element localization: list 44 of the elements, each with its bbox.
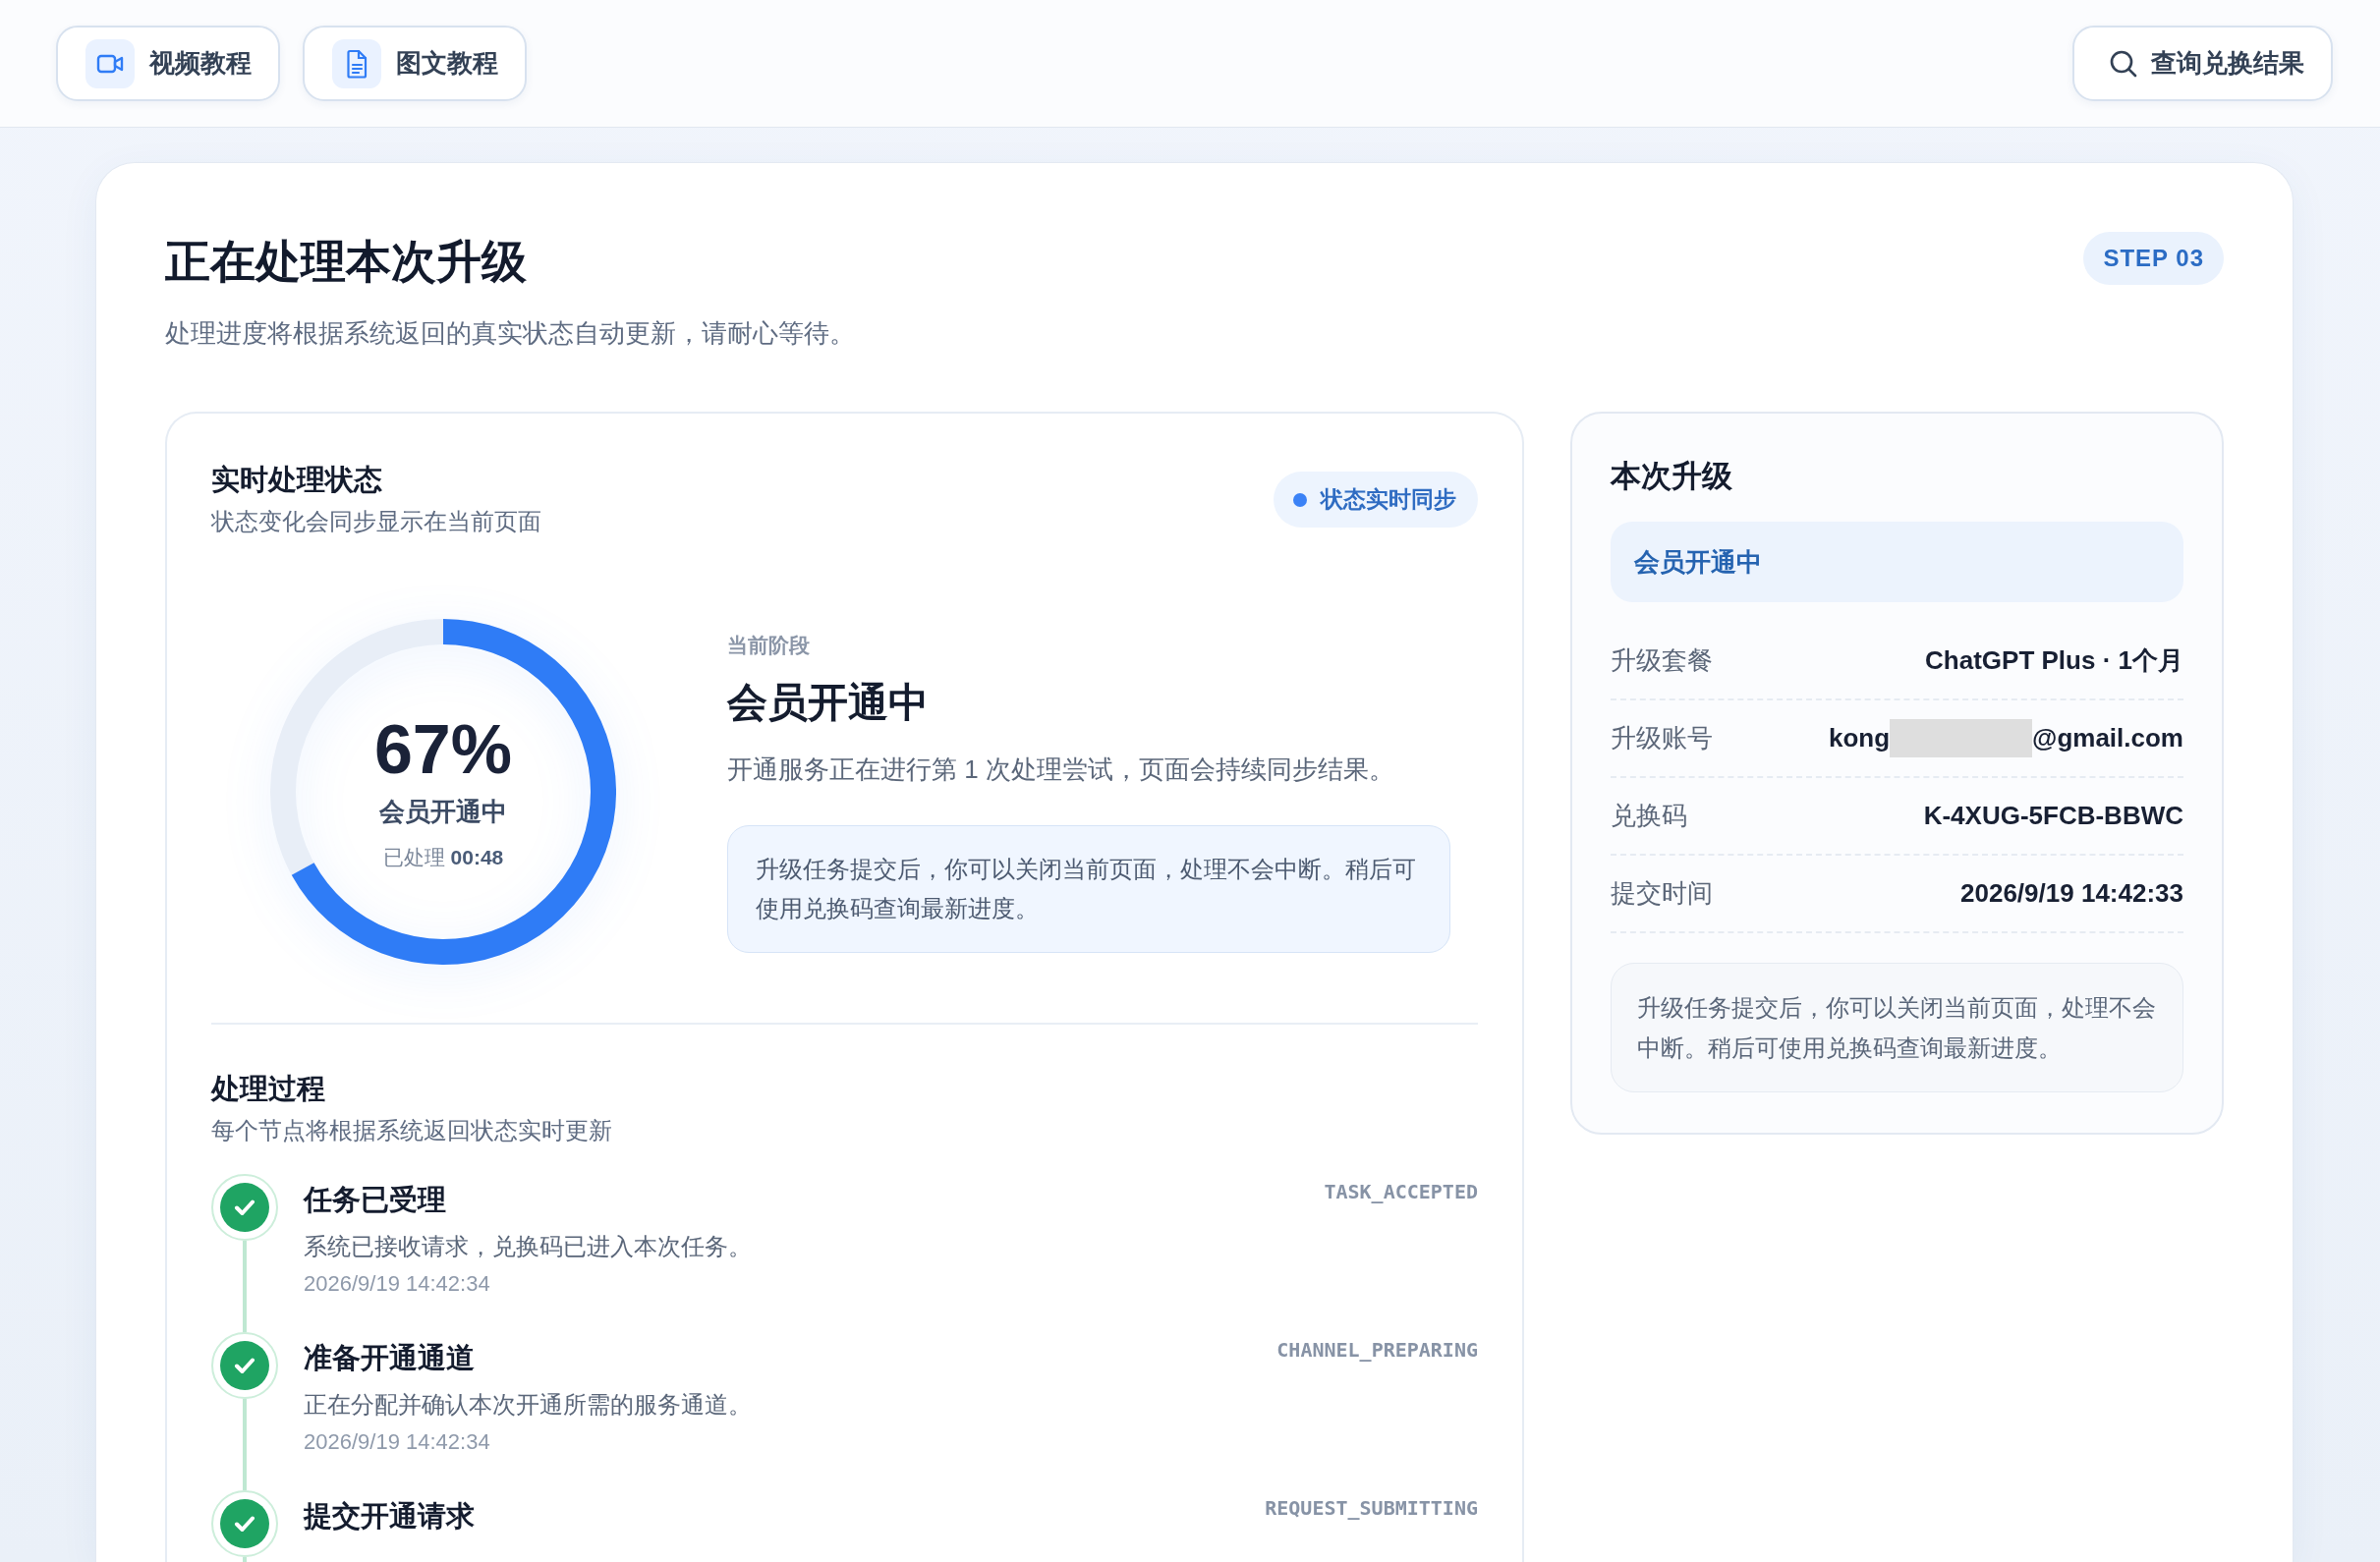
detail-value: K-4XUG-5FCB-BBWC <box>1923 801 2183 831</box>
step-description: 正在分配并确认本次开通所需的服务通道。 <box>304 1390 753 1420</box>
step-timestamp: 2026/9/19 14:42:34 <box>304 1428 491 1456</box>
stage-caption: 当前阶段 <box>727 633 811 658</box>
step-code: REQUEST_SUBMITTING <box>1265 1495 1478 1522</box>
panel-title: 本次升级 <box>1611 458 1733 495</box>
panel-subtitle: 状态变化会同步显示在当前页面 <box>211 507 541 536</box>
page-title: 正在处理本次升级 <box>165 235 528 289</box>
detail-label: 提交时间 <box>1611 877 1713 910</box>
step-description: 系统已接收请求，兑换码已进入本次任务。 <box>304 1232 753 1261</box>
status-dot-icon <box>1293 492 1307 507</box>
step-title: 任务已受理 <box>304 1183 447 1217</box>
stage-title: 会员开通中 <box>727 679 930 727</box>
page-subtitle: 处理进度将根据系统返回的真实状态自动更新，请耐心等待。 <box>165 317 855 350</box>
notice-box: 升级任务提交后，你可以关闭当前页面，处理不会中断。稍后可使用兑换码查询最新进度。 <box>1611 963 2183 1092</box>
tutorial-button[interactable]: 视频教程 <box>56 26 280 101</box>
step-title: 准备开通通道 <box>304 1341 476 1375</box>
progress-label: 会员开通中 <box>379 796 507 828</box>
video-camera-icon <box>85 38 135 88</box>
stage-description: 开通服务正在进行第 1 次处理尝试，页面会持续同步结果。 <box>727 753 1395 786</box>
search-button[interactable]: 查询兑换结果 <box>2072 26 2333 101</box>
detail-value: 2026/9/19 14:42:33 <box>1960 878 2183 909</box>
panel-title: 实时处理状态 <box>211 463 383 497</box>
detail-label: 升级套餐 <box>1611 644 1713 677</box>
step-code: CHANNEL_PREPARING <box>1276 1337 1478 1364</box>
detail-label: 升级账号 <box>1611 722 1713 754</box>
step-badge: STEP 03 <box>2083 232 2224 285</box>
elapsed-time: 已处理 00:48 <box>382 845 504 870</box>
section-title: 处理过程 <box>211 1072 326 1106</box>
step-code: TASK_ACCEPTED <box>1324 1179 1478 1205</box>
sync-status-label: 状态实时同步 <box>1321 485 1456 514</box>
detail-label: 兑换码 <box>1611 800 1687 832</box>
step-title: 提交开通请求 <box>304 1499 476 1534</box>
section-subtitle: 每个节点将根据系统返回状态实时更新 <box>211 1116 613 1145</box>
notice-box: 升级任务提交后，你可以关闭当前页面，处理不会中断。稍后可使用兑换码查询最新进度。 <box>727 825 1450 953</box>
document-icon <box>332 38 381 88</box>
status-banner: 会员开通中 <box>1611 522 2183 602</box>
email-end: @gmail.com <box>2032 723 2183 753</box>
step-timestamp: 2026/9/19 14:42:34 <box>304 1270 491 1298</box>
detail-value: ChatGPT Plus · 1个月 <box>1925 644 2183 677</box>
search-icon <box>2110 49 2137 78</box>
email-start: kong <box>1828 723 1891 753</box>
tutorial-button[interactable]: 图文教程 <box>303 26 527 101</box>
progress-percent: 67% <box>373 711 513 788</box>
